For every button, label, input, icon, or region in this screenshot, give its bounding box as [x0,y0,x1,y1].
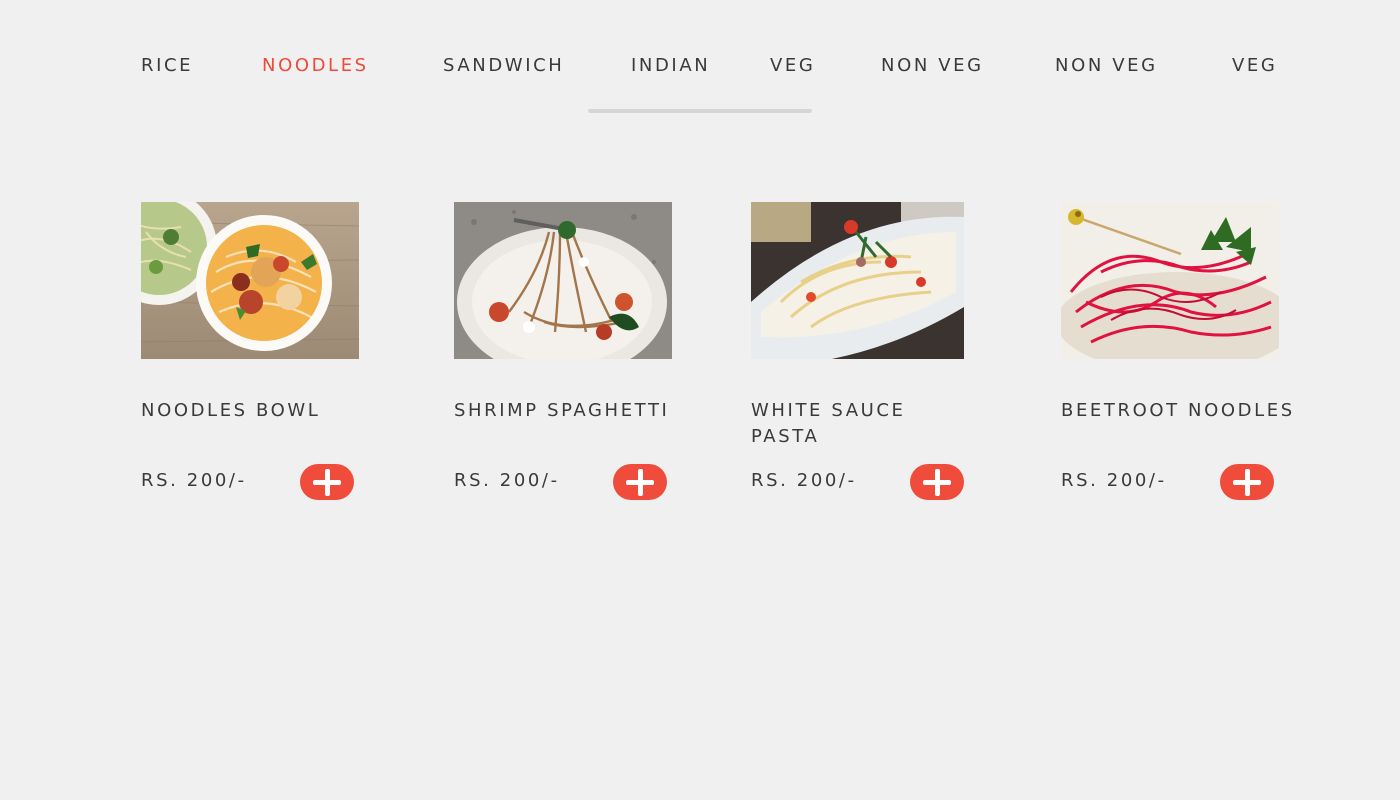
product-card-shrimp-spaghetti: SHRIMP SPAGHETTI RS. 200/- [454,202,704,500]
add-button[interactable] [1220,464,1274,500]
product-name: NOODLES BOWL [141,400,321,421]
product-card-noodles-bowl: NOODLES BOWL RS. 200/- [141,202,391,500]
add-button[interactable] [300,464,354,500]
product-card-white-sauce-pasta: WHITE SAUCE PASTA RS. 200/- [751,202,1001,500]
noodles-bowl-photo [141,202,359,359]
tab-non-veg[interactable]: NON VEG [881,53,984,79]
tab-veg[interactable]: VEG [770,53,815,79]
product-price: RS. 200/- [1061,470,1167,491]
add-button[interactable] [910,464,964,500]
tab-veg-2[interactable]: VEG [1232,53,1277,79]
tab-rice[interactable]: RICE [141,53,193,79]
product-card-beetroot-noodles: BEETROOT NOODLES RS. 200/- [1061,202,1311,500]
product-name: BEETROOT NOODLES [1061,400,1295,421]
tab-noodles[interactable]: NOODLES [262,53,369,79]
product-price: RS. 200/- [751,470,857,491]
product-price: RS. 200/- [454,470,560,491]
tab-indian[interactable]: INDIAN [631,53,710,79]
beetroot-noodles-photo [1061,202,1279,359]
tabs-scrollbar[interactable] [588,109,812,113]
product-name: WHITE SAUCE PASTA [751,400,906,447]
tab-sandwich[interactable]: SANDWICH [443,53,564,79]
white-sauce-pasta-photo [751,202,964,359]
shrimp-spaghetti-photo [454,202,672,359]
add-button[interactable] [613,464,667,500]
product-price: RS. 200/- [141,470,247,491]
tab-non-veg-2[interactable]: NON VEG [1055,53,1158,79]
category-tabs: RICE NOODLES SANDWICH INDIAN VEG NON VEG… [0,53,1400,79]
product-name: SHRIMP SPAGHETTI [454,400,670,421]
